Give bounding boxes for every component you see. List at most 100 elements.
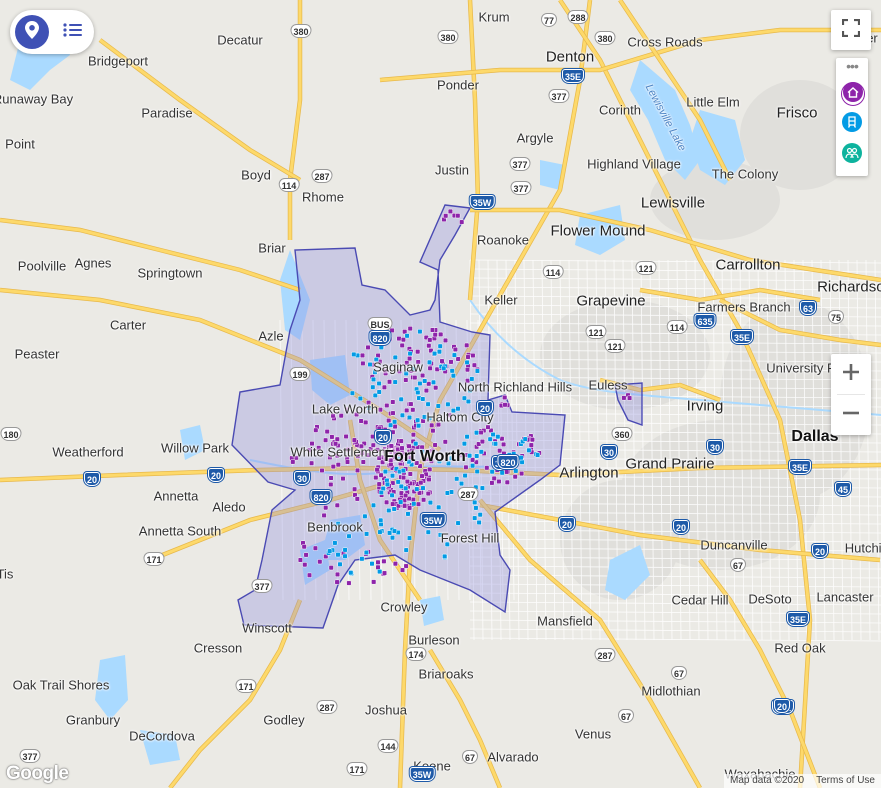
map-view-button[interactable] xyxy=(15,15,49,49)
zoom-out-button[interactable] xyxy=(831,395,871,435)
blue-marker xyxy=(425,401,431,407)
blue-marker xyxy=(378,517,384,523)
purple-marker xyxy=(427,466,433,472)
blue-marker xyxy=(377,529,383,535)
purple-marker xyxy=(390,501,396,507)
route-shield: 377 xyxy=(510,181,532,195)
place-label: Saginaw xyxy=(373,359,423,375)
blue-marker xyxy=(518,455,524,461)
purple-marker xyxy=(390,399,396,405)
purple-marker xyxy=(410,407,416,413)
purple-marker xyxy=(384,499,390,505)
purple-marker xyxy=(426,343,432,349)
purple-marker xyxy=(329,434,335,440)
place-label: Ponder xyxy=(437,77,479,93)
blue-marker xyxy=(473,505,479,511)
blue-marker xyxy=(349,390,355,396)
route-shield: 171 xyxy=(143,552,165,566)
blue-marker xyxy=(464,359,470,365)
blue-marker xyxy=(430,379,437,385)
purple-marker xyxy=(504,479,510,485)
place-label: Carter xyxy=(109,317,147,333)
blue-marker xyxy=(427,500,433,506)
purple-marker xyxy=(344,459,351,465)
purple-marker xyxy=(334,579,340,585)
blue-marker xyxy=(342,547,348,553)
home-layer-button[interactable] xyxy=(841,81,865,106)
purple-marker xyxy=(485,424,491,430)
purple-marker xyxy=(317,559,323,565)
purple-marker xyxy=(319,467,325,474)
blue-marker xyxy=(382,469,388,475)
purple-marker xyxy=(381,570,388,576)
blue-marker xyxy=(432,351,438,357)
list-view-button[interactable] xyxy=(56,15,90,49)
place-label: Benbrook xyxy=(307,519,363,535)
more-options-button[interactable]: ••• xyxy=(836,59,868,73)
purple-marker xyxy=(427,365,433,371)
purple-marker xyxy=(390,410,396,416)
purple-marker xyxy=(297,557,303,563)
place-label: White Settlement xyxy=(290,444,390,460)
place-label: Boyd xyxy=(241,167,271,183)
route-shield: 114 xyxy=(542,265,564,279)
route-shield: 121 xyxy=(604,339,626,353)
terms-of-use-link[interactable]: Terms of Use xyxy=(816,774,875,788)
blue-marker xyxy=(420,396,426,402)
purple-marker xyxy=(442,439,448,445)
purple-marker xyxy=(377,407,383,413)
purple-marker xyxy=(502,394,508,401)
blue-marker xyxy=(465,398,471,405)
purple-marker xyxy=(433,385,439,391)
purple-marker xyxy=(328,481,334,488)
purple-marker xyxy=(421,497,427,503)
layer-panel: ••• xyxy=(836,58,868,176)
minus-icon xyxy=(842,404,860,427)
purple-marker xyxy=(360,360,366,366)
purple-marker xyxy=(359,352,366,358)
blue-marker xyxy=(391,506,397,512)
interstate-shield: 35E xyxy=(561,69,585,83)
blue-marker xyxy=(400,468,406,474)
fullscreen-button[interactable] xyxy=(831,10,871,50)
purple-marker xyxy=(426,476,432,483)
blue-marker xyxy=(417,380,423,387)
purple-marker xyxy=(392,424,398,430)
purple-marker xyxy=(354,467,361,473)
blue-marker xyxy=(392,379,398,385)
place-label: Carrollton xyxy=(715,256,781,274)
purple-marker xyxy=(346,580,352,586)
purple-marker xyxy=(412,375,418,381)
route-shield: 287 xyxy=(594,648,616,662)
purple-marker xyxy=(309,460,315,466)
transit-icon xyxy=(841,111,863,138)
place-label: Godley xyxy=(263,712,305,728)
purple-marker xyxy=(358,418,364,424)
zoom-in-button[interactable] xyxy=(831,354,871,394)
interstate-shield: 35E xyxy=(788,460,812,474)
community-layer-button[interactable] xyxy=(841,142,863,166)
route-shield: 171 xyxy=(346,762,368,776)
purple-marker xyxy=(343,433,349,440)
place-label: Keller xyxy=(484,292,518,308)
place-label: Red Oak xyxy=(774,640,826,656)
blue-marker xyxy=(474,468,480,475)
place-label: Springtown xyxy=(137,265,203,281)
interstate-shield: 35W xyxy=(469,195,495,209)
purple-marker xyxy=(464,342,470,348)
transit-layer-button[interactable] xyxy=(841,111,863,138)
map-canvas[interactable]: DecaturKrumDentonCross RoadsProsperBridg… xyxy=(0,0,881,788)
purple-marker xyxy=(471,362,477,368)
place-label: Cresson xyxy=(193,640,243,656)
interstate-shield: 820 xyxy=(310,490,332,504)
purple-marker xyxy=(470,352,476,359)
place-label: Burleson xyxy=(408,632,460,648)
route-shield: 377 xyxy=(19,749,41,763)
purple-marker xyxy=(352,486,358,492)
purple-marker xyxy=(407,505,413,511)
interstate-shield: 35E xyxy=(786,612,810,626)
place-label: Paradise xyxy=(141,105,193,121)
map-data-credit: Map data ©2020 xyxy=(730,775,805,786)
blue-marker xyxy=(351,351,357,357)
place-label: Fort Worth xyxy=(384,448,466,465)
